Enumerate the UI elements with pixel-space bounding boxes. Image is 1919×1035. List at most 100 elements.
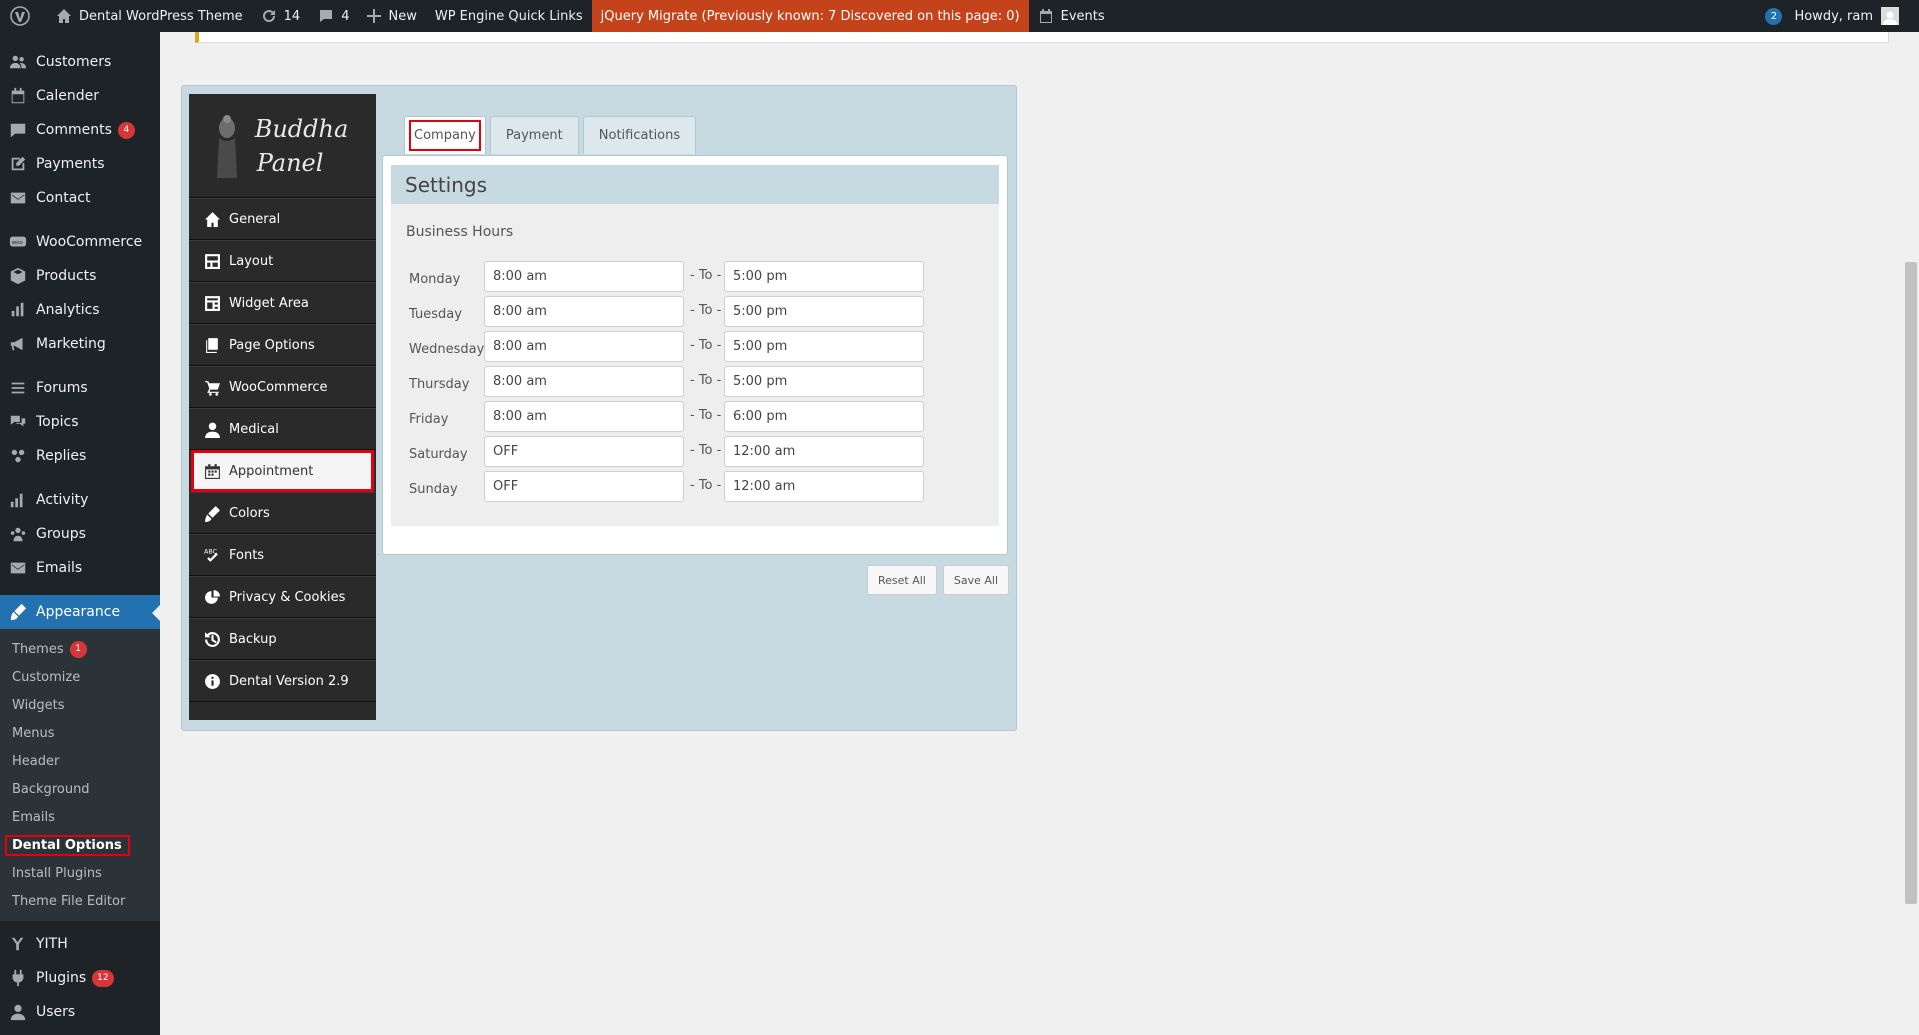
sidebar-item-label: Replies bbox=[36, 448, 87, 464]
wordpress-logo-menu[interactable] bbox=[0, 0, 47, 32]
events-link[interactable]: Events bbox=[1029, 0, 1114, 32]
panel-nav-privacy-cookies[interactable]: Privacy & Cookies bbox=[189, 576, 376, 618]
sidebar-item-label: Topics bbox=[36, 414, 79, 430]
submenu-dental-options[interactable]: Dental Options bbox=[0, 831, 160, 859]
comments-link[interactable]: 4 bbox=[309, 0, 358, 32]
hours-row-wednesday: Wednesday 8:00 am - To - 5:00 pm bbox=[391, 331, 999, 366]
new-content-link[interactable]: New bbox=[358, 0, 425, 32]
monday-from-input[interactable]: 8:00 am bbox=[484, 261, 684, 292]
friday-to-input[interactable]: 6:00 pm bbox=[724, 401, 924, 432]
sidebar-item-woocommerce[interactable]: woo WooCommerce bbox=[0, 225, 160, 259]
fonts-icon: ABC bbox=[204, 547, 218, 562]
sidebar-item-plugins[interactable]: Plugins 12 bbox=[0, 961, 160, 995]
comments-count: 4 bbox=[341, 8, 350, 24]
submenu-customize[interactable]: Customize bbox=[0, 663, 160, 691]
submenu-theme-file-editor[interactable]: Theme File Editor bbox=[0, 887, 160, 915]
person-icon bbox=[205, 422, 220, 438]
sidebar-item-payments[interactable]: Payments bbox=[0, 147, 160, 181]
submenu-background[interactable]: Background bbox=[0, 775, 160, 803]
comment-icon bbox=[320, 10, 333, 22]
sidebar-item-label: Calender bbox=[36, 88, 99, 104]
wpengine-link[interactable]: WP Engine Quick Links bbox=[426, 0, 592, 32]
tuesday-from-input[interactable]: 8:00 am bbox=[484, 296, 684, 327]
submenu-widgets[interactable]: Widgets bbox=[0, 691, 160, 719]
submenu-header[interactable]: Header bbox=[0, 747, 160, 775]
panel-nav-general[interactable]: General bbox=[189, 198, 376, 240]
sidebar-item-replies[interactable]: Replies bbox=[0, 439, 160, 473]
edit-icon bbox=[11, 156, 26, 171]
sidebar-item-groups[interactable]: Groups bbox=[0, 517, 160, 551]
sidebar-item-comments[interactable]: Comments 4 bbox=[0, 113, 160, 147]
panel-nav-label: Layout bbox=[229, 253, 274, 269]
day-label: Friday bbox=[409, 412, 449, 427]
thursday-to-input[interactable]: 5:00 pm bbox=[724, 366, 924, 397]
save-all-button[interactable]: Save All bbox=[942, 565, 1009, 595]
sidebar-item-activity[interactable]: Activity bbox=[0, 483, 160, 517]
notification-badge[interactable]: 2 bbox=[1765, 7, 1783, 25]
sidebar-item-yith[interactable]: YITH bbox=[0, 927, 160, 961]
panel-nav-label: Dental Version 2.9 bbox=[229, 673, 349, 689]
tab-company[interactable]: Company bbox=[404, 116, 486, 154]
mail-icon bbox=[10, 192, 26, 204]
submenu-themes[interactable]: Themes 1 bbox=[0, 635, 160, 663]
sunday-from-input[interactable]: OFF bbox=[484, 471, 684, 502]
saturday-from-input[interactable]: OFF bbox=[484, 436, 684, 467]
tab-payment[interactable]: Payment bbox=[489, 116, 579, 154]
plugins-badge: 12 bbox=[92, 969, 114, 987]
tuesday-to-input[interactable]: 5:00 pm bbox=[724, 296, 924, 327]
monday-to-input[interactable]: 5:00 pm bbox=[724, 261, 924, 292]
panel-nav-medical[interactable]: Medical bbox=[189, 408, 376, 450]
submenu-menus[interactable]: Menus bbox=[0, 719, 160, 747]
thursday-from-input[interactable]: 8:00 am bbox=[484, 366, 684, 397]
avatar[interactable] bbox=[1881, 7, 1899, 25]
sidebar-item-marketing[interactable]: Marketing bbox=[0, 327, 160, 361]
sidebar-item-topics[interactable]: Topics bbox=[0, 405, 160, 439]
page-scrollbar[interactable] bbox=[1905, 262, 1917, 904]
panel-nav-backup[interactable]: Backup bbox=[189, 618, 376, 660]
sidebar-item-emails[interactable]: Emails bbox=[0, 551, 160, 585]
panel-nav-page-options[interactable]: Page Options bbox=[189, 324, 376, 366]
friday-from-input[interactable]: 8:00 am bbox=[484, 401, 684, 432]
tab-notifications[interactable]: Notifications bbox=[582, 116, 697, 154]
sidebar-item-contact[interactable]: Contact bbox=[0, 181, 160, 215]
sidebar-item-calender[interactable]: Calender bbox=[0, 79, 160, 113]
wednesday-to-input[interactable]: 5:00 pm bbox=[724, 331, 924, 362]
panel-nav-layout[interactable]: Layout bbox=[189, 240, 376, 282]
updates-link[interactable]: 14 bbox=[252, 0, 310, 32]
reset-all-button[interactable]: Reset All bbox=[866, 565, 937, 595]
day-label: Thursday bbox=[409, 377, 470, 392]
site-name: Dental WordPress Theme bbox=[79, 8, 243, 24]
panel-nav-widget-area[interactable]: Widget Area bbox=[189, 282, 376, 324]
wednesday-from-input[interactable]: 8:00 am bbox=[484, 331, 684, 362]
brush-icon bbox=[205, 505, 220, 522]
submenu-label: Menus bbox=[12, 725, 55, 741]
sidebar-item-label: Users bbox=[36, 1004, 76, 1020]
day-label: Wednesday bbox=[409, 342, 485, 357]
business-hours-section: Business Hours Monday 8:00 am - To - 5:0… bbox=[391, 204, 999, 526]
plug-icon bbox=[12, 969, 24, 987]
jquery-migrate-link[interactable]: jQuery Migrate (Previously known: 7 Disc… bbox=[591, 0, 1029, 32]
replies-icon bbox=[11, 449, 25, 463]
panel-nav-colors[interactable]: Colors bbox=[189, 492, 376, 534]
panel-nav-appointment[interactable]: Appointment bbox=[191, 450, 374, 492]
sidebar-item-appearance[interactable]: Appearance bbox=[0, 595, 160, 629]
sidebar-item-products[interactable]: Products bbox=[0, 259, 160, 293]
submenu-label: Widgets bbox=[12, 697, 65, 713]
woo-icon: woo bbox=[9, 236, 27, 247]
sidebar-item-customers[interactable]: Customers bbox=[0, 45, 160, 79]
to-separator: - To - bbox=[690, 268, 722, 283]
sunday-to-input[interactable]: 12:00 am bbox=[724, 471, 924, 502]
site-name-link[interactable]: Dental WordPress Theme bbox=[47, 0, 252, 32]
submenu-emails[interactable]: Emails bbox=[0, 803, 160, 831]
sidebar-item-analytics[interactable]: Analytics bbox=[0, 293, 160, 327]
sidebar-item-users[interactable]: Users bbox=[0, 995, 160, 1029]
logo-text: Buddha Panel bbox=[255, 112, 349, 180]
sidebar-item-forums[interactable]: Forums bbox=[0, 371, 160, 405]
panel-nav-fonts[interactable]: ABC Fonts bbox=[189, 534, 376, 576]
saturday-to-input[interactable]: 12:00 am bbox=[724, 436, 924, 467]
panel-nav-woocommerce[interactable]: WooCommerce bbox=[189, 366, 376, 408]
submenu-install-plugins[interactable]: Install Plugins bbox=[0, 859, 160, 887]
info-icon bbox=[205, 673, 220, 689]
howdy-label[interactable]: Howdy, ram bbox=[1794, 9, 1873, 24]
panel-nav-dental-version[interactable]: Dental Version 2.9 bbox=[189, 660, 376, 702]
